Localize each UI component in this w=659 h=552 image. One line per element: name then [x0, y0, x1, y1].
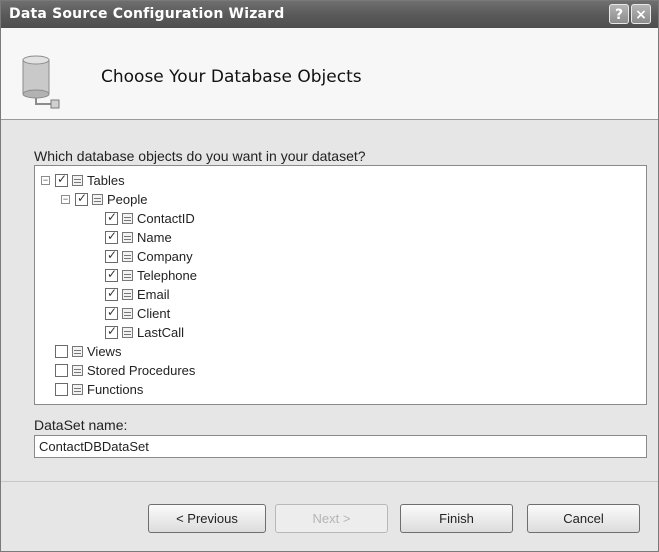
dataset-name-input[interactable]: ContactDBDataSet — [34, 435, 647, 458]
column-label: Telephone — [137, 268, 197, 283]
people-checkbox[interactable]: ✓ — [75, 191, 88, 206]
stored-procedure-icon — [72, 365, 83, 376]
column-label: Email — [137, 287, 170, 302]
table-folder-icon — [72, 175, 83, 186]
page-title: Choose Your Database Objects — [101, 67, 362, 87]
column-icon — [122, 289, 133, 300]
close-button[interactable]: × — [631, 4, 651, 24]
column-icon — [122, 213, 133, 224]
objects-tree[interactable]: − ✓ Tables − ✓ People ✓ ContactID ✓ Name… — [34, 165, 647, 405]
wizard-header: Choose Your Database Objects — [1, 28, 658, 120]
column-checkbox[interactable]: ✓ — [105, 210, 118, 225]
column-checkbox[interactable]: ✓ — [105, 305, 118, 320]
column-icon — [122, 327, 133, 338]
column-icon — [122, 270, 133, 281]
tree-node-column[interactable]: ✓ Client — [35, 305, 635, 324]
column-icon — [122, 232, 133, 243]
tree-node-tables[interactable]: − ✓ Tables — [35, 172, 635, 191]
column-checkbox[interactable]: ✓ — [105, 267, 118, 282]
column-icon — [122, 308, 133, 319]
column-checkbox[interactable]: ✓ — [105, 229, 118, 244]
column-checkbox[interactable]: ✓ — [105, 324, 118, 339]
tree-node-stored-procedures[interactable]: Stored Procedures — [35, 362, 635, 381]
functions-label: Functions — [87, 382, 144, 397]
next-button[interactable]: Next > — [275, 504, 388, 533]
dataset-name-label: DataSet name: — [34, 417, 128, 433]
column-label: LastCall — [137, 325, 184, 340]
column-label: Name — [137, 230, 172, 245]
window-title: Data Source Configuration Wizard — [9, 6, 285, 22]
help-button[interactable]: ? — [609, 4, 629, 24]
wizard-window: Data Source Configuration Wizard ? × Cho… — [0, 0, 659, 552]
tables-checkbox[interactable]: ✓ — [55, 172, 68, 187]
views-label: Views — [87, 344, 122, 359]
function-icon — [72, 384, 83, 395]
views-icon — [72, 346, 83, 357]
stored-procedures-checkbox[interactable] — [55, 364, 68, 377]
column-label: Company — [137, 249, 193, 264]
collapse-icon[interactable]: − — [61, 195, 70, 204]
column-checkbox[interactable]: ✓ — [105, 286, 118, 301]
people-label: People — [107, 192, 148, 207]
views-checkbox[interactable] — [55, 345, 68, 358]
column-icon — [122, 251, 133, 262]
tree-node-functions[interactable]: Functions — [35, 381, 635, 400]
title-bar[interactable]: Data Source Configuration Wizard ? × — [1, 1, 658, 28]
tree-node-column[interactable]: ✓ Name — [35, 229, 635, 248]
tree-node-views[interactable]: Views — [35, 343, 635, 362]
tree-node-column[interactable]: ✓ Company — [35, 248, 635, 267]
column-label: ContactID — [137, 211, 195, 226]
table-icon — [92, 194, 103, 205]
tree-node-column[interactable]: ✓ Telephone — [35, 267, 635, 286]
finish-button[interactable]: Finish — [400, 504, 513, 533]
column-label: Client — [137, 306, 171, 321]
previous-button[interactable]: < Previous — [148, 504, 266, 533]
database-plug-icon — [22, 55, 60, 109]
tree-node-people[interactable]: − ✓ People — [35, 191, 635, 210]
stored-procedures-label: Stored Procedures — [87, 363, 196, 378]
tree-node-column[interactable]: ✓ Email — [35, 286, 635, 305]
column-checkbox[interactable]: ✓ — [105, 248, 118, 263]
collapse-icon[interactable]: − — [41, 176, 50, 185]
tree-node-column[interactable]: ✓ ContactID — [35, 210, 635, 229]
objects-prompt: Which database objects do you want in yo… — [34, 148, 366, 164]
tables-label: Tables — [87, 173, 125, 188]
tree-node-column[interactable]: ✓ LastCall — [35, 324, 635, 343]
footer-divider — [1, 481, 658, 482]
functions-checkbox[interactable] — [55, 383, 68, 396]
cancel-button[interactable]: Cancel — [527, 504, 640, 533]
